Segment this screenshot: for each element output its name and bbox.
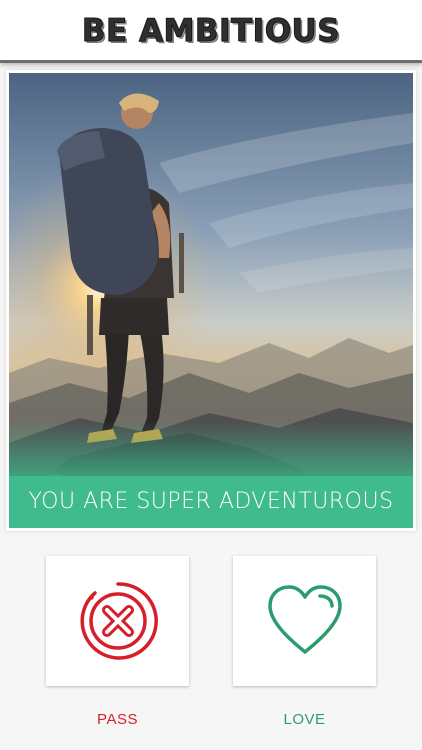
heart-icon <box>267 585 342 654</box>
pass-button[interactable] <box>46 556 189 686</box>
profile-card[interactable]: YOU ARE SUPER ADVENTUROUS <box>6 70 416 531</box>
header-title: BE AMBITIOUS <box>81 13 341 50</box>
love-button[interactable] <box>233 556 376 686</box>
love-label: LOVE <box>283 711 326 728</box>
hiker-photo: YOU ARE SUPER ADVENTUROUS <box>9 73 413 528</box>
caption-fade <box>9 421 413 476</box>
app-header: BE AMBITIOUS <box>0 0 422 63</box>
card-caption: YOU ARE SUPER ADVENTUROUS <box>28 489 394 514</box>
pass-label: PASS <box>97 711 138 728</box>
x-circle-icon <box>79 582 158 660</box>
